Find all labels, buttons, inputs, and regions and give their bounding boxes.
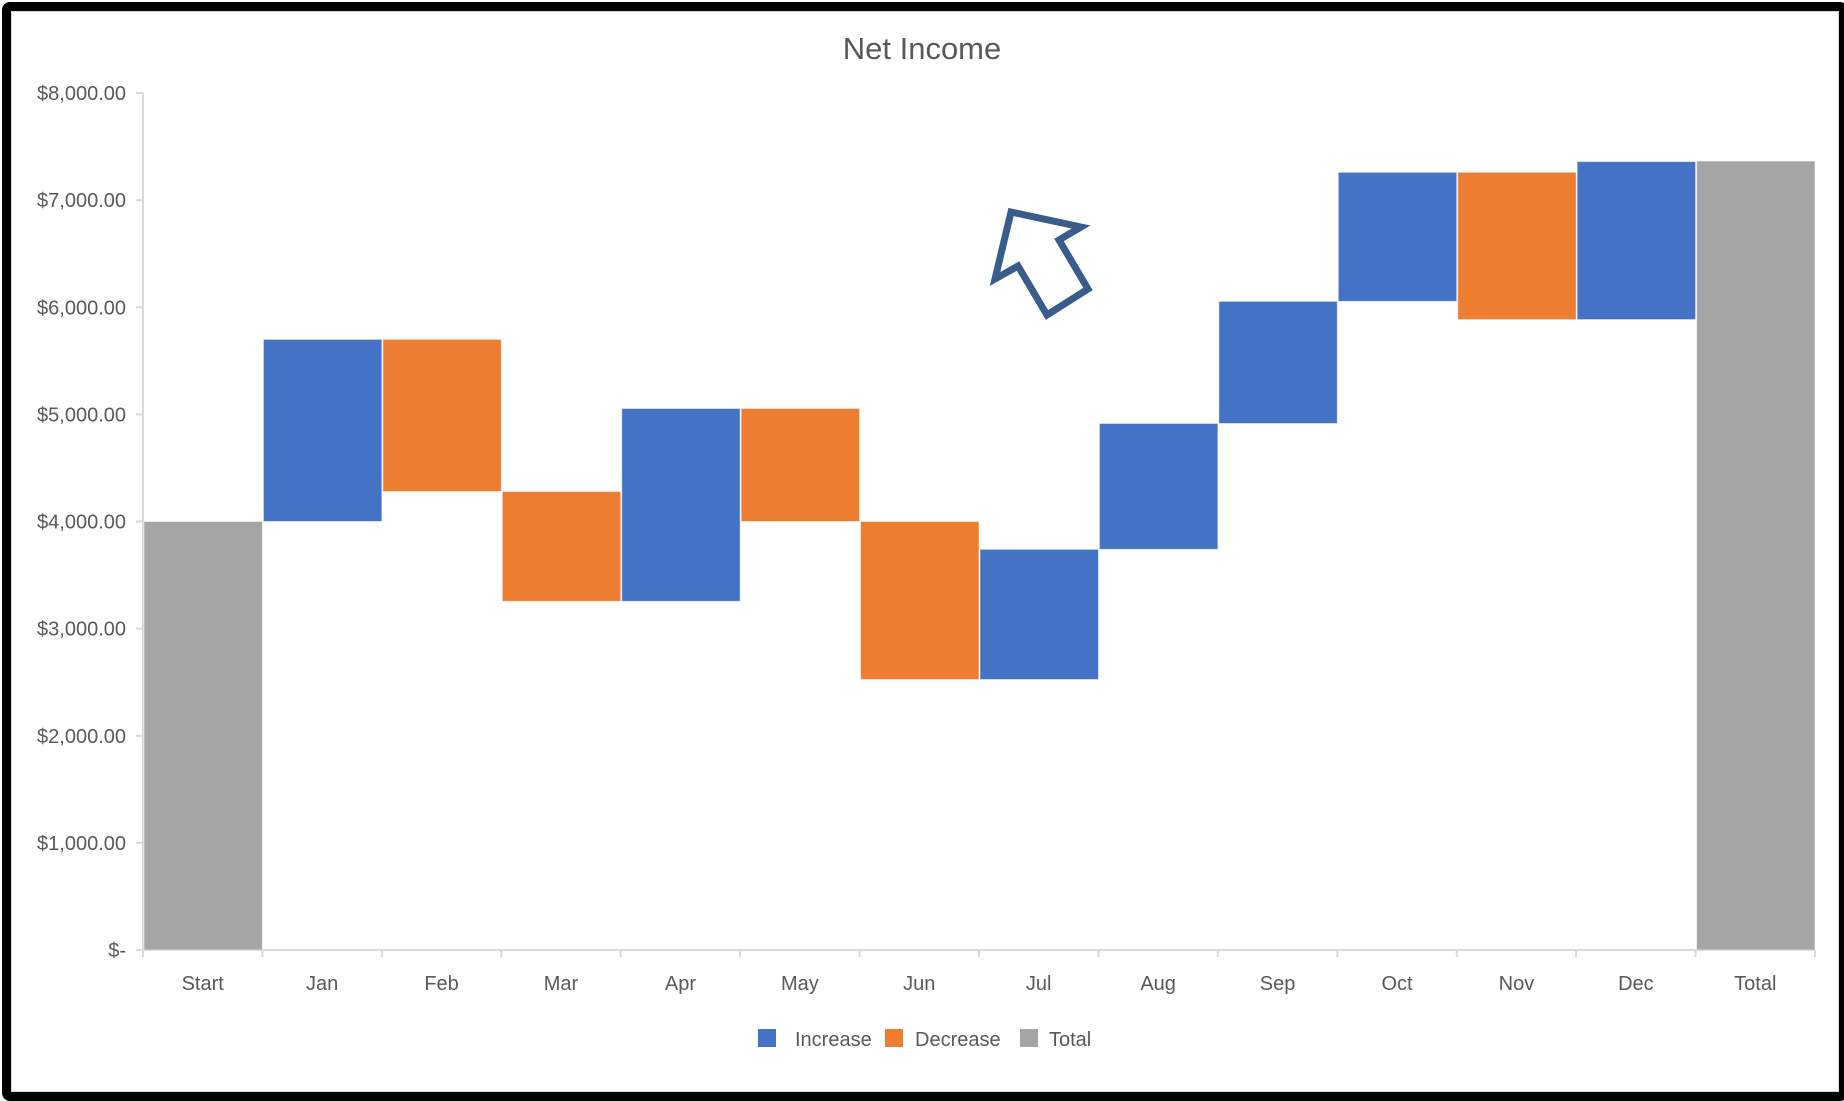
bar-oct xyxy=(1337,171,1458,302)
x-tick-label: Apr xyxy=(665,973,696,995)
y-tick-label: $5,000.00 xyxy=(37,404,126,426)
legend-label-total: Total xyxy=(1049,1029,1091,1051)
bar-apr xyxy=(621,407,741,602)
x-tick-label: Mar xyxy=(544,973,579,995)
bar-jul xyxy=(979,548,1099,681)
y-tick-label: $3,000.00 xyxy=(37,619,126,641)
y-tick-label: $- xyxy=(108,940,126,962)
legend-swatch-decrease xyxy=(885,1029,903,1047)
x-tick-label: Aug xyxy=(1140,973,1176,995)
legend-label-decrease: Decrease xyxy=(915,1029,1001,1051)
x-tick-label: Sep xyxy=(1260,973,1296,995)
y-tick-label: $2,000.00 xyxy=(37,726,126,748)
arrow-annotation xyxy=(989,207,1093,320)
x-tick-label: Nov xyxy=(1499,973,1535,995)
bar-may xyxy=(740,407,861,522)
arrow-up-left-outline-icon xyxy=(989,207,1093,320)
y-axis: $- $1,000.00 $2,000.00 $3,000.00 $4,000.00 $5… xyxy=(37,83,144,962)
bar-feb xyxy=(382,338,502,493)
y-tick-label: $1,000.00 xyxy=(37,833,126,855)
x-tick-label: Jul xyxy=(1026,973,1052,995)
x-tick-label: Jan xyxy=(306,973,338,995)
x-tick-label: Oct xyxy=(1381,973,1413,995)
y-tick-label: $8,000.00 xyxy=(37,83,126,105)
bar-dec xyxy=(1576,161,1697,321)
x-axis: Start Jan Feb Mar Apr May Jun Jul Aug Sep Oct Nov De… xyxy=(142,949,1816,995)
bars xyxy=(143,160,1816,951)
x-tick-label: Total xyxy=(1734,973,1776,995)
legend-swatch-increase xyxy=(758,1029,776,1047)
bar-jan xyxy=(262,338,383,523)
x-tick-label: Start xyxy=(182,973,225,995)
bar-mar xyxy=(501,491,622,602)
legend: Increase Decrease Total xyxy=(758,1029,1091,1051)
bar-jun xyxy=(860,521,980,681)
bar-total xyxy=(1696,160,1816,951)
x-tick-label: May xyxy=(781,973,819,995)
bar-nov xyxy=(1457,171,1577,321)
bar-sep xyxy=(1218,300,1338,424)
x-tick-label: Feb xyxy=(424,973,458,995)
legend-label-increase: Increase xyxy=(795,1029,872,1051)
y-tick-label: $4,000.00 xyxy=(37,512,126,534)
y-tick-label: $7,000.00 xyxy=(37,190,126,212)
x-tick-label: Dec xyxy=(1618,973,1654,995)
y-tick-label: $6,000.00 xyxy=(37,297,126,319)
bar-start xyxy=(143,521,263,951)
bar-aug xyxy=(1098,422,1219,550)
x-tick-label: Jun xyxy=(903,973,935,995)
chart-title: Net Income xyxy=(843,31,1002,66)
waterfall-chart: Net Income $- $1,000.00 $2,000.00 $3,000.00… xyxy=(37,31,1816,1051)
legend-swatch-total xyxy=(1020,1029,1038,1047)
